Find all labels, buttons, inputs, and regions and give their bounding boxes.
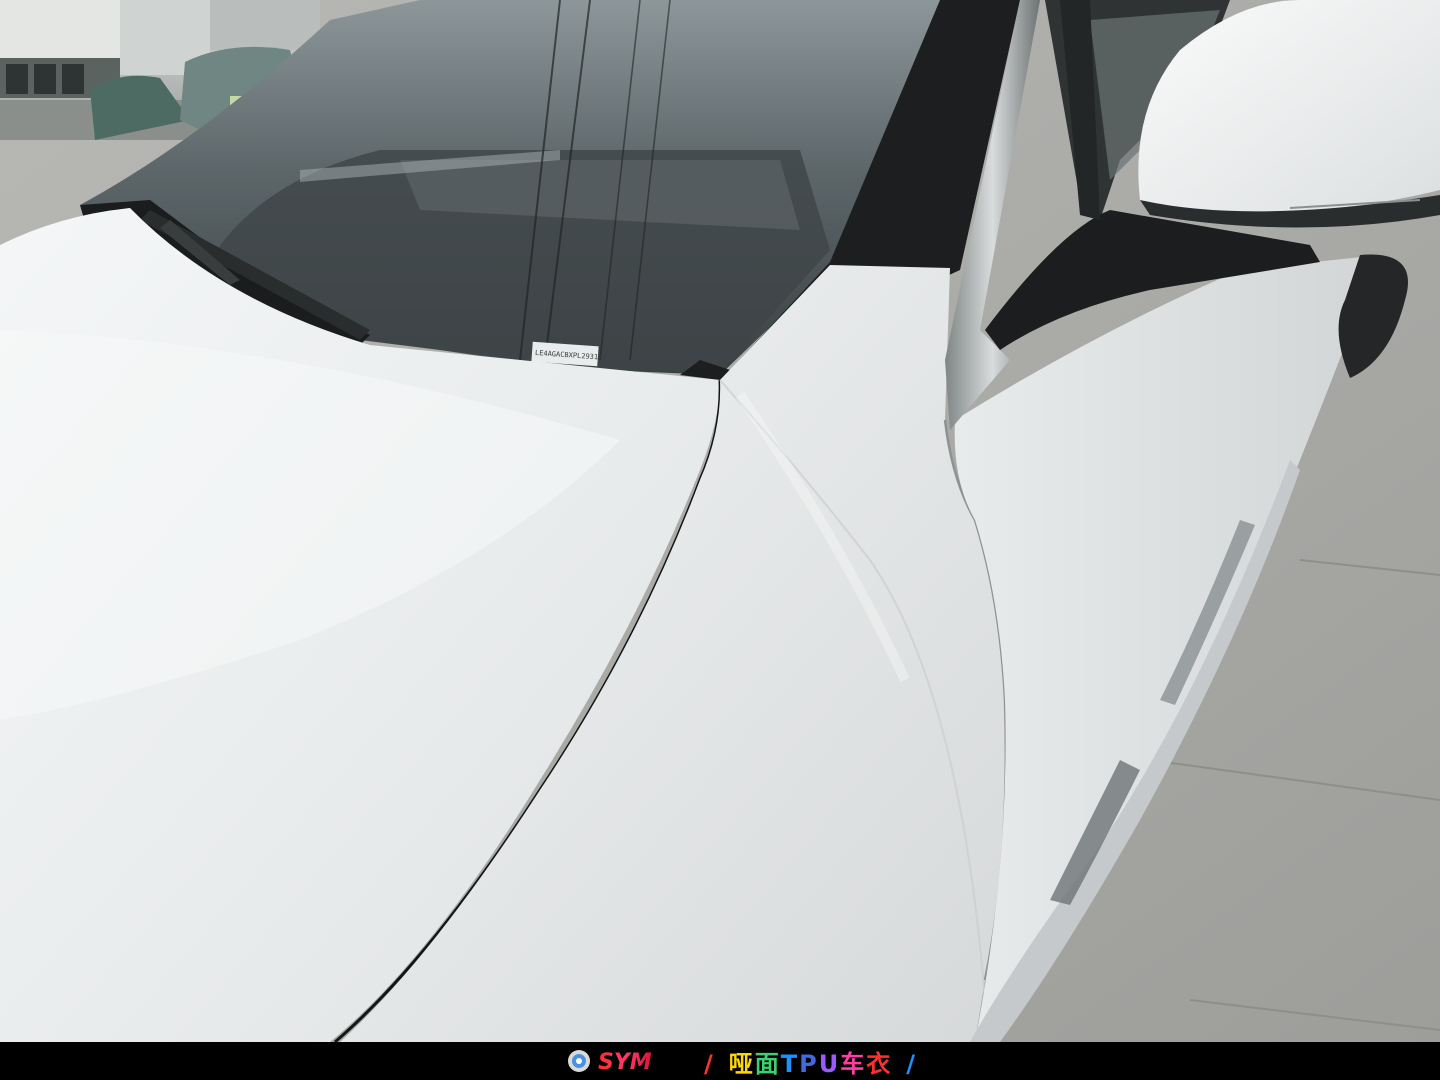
slogan-char: T [780, 1049, 800, 1078]
slogan-characters: / 哑面TPU车衣 / [704, 1044, 917, 1079]
svg-text:SYM: SYM [598, 1050, 652, 1074]
car-photo: LE4AGACBXPL293177 [0, 0, 1440, 1042]
slogan-char: 车 [840, 1049, 867, 1078]
slogan-text: / 哑面TPU车衣 / [704, 1044, 917, 1079]
slogan-char: 衣 [866, 1049, 893, 1078]
brand-logo: SYM [566, 1048, 678, 1075]
slogan-char: 哑 [728, 1049, 755, 1078]
slogan-char: P [799, 1049, 819, 1078]
slogan-char: U [818, 1049, 841, 1078]
slogan-char: / [704, 1049, 715, 1078]
watermark-bar: SYM / 哑面TPU车衣 / [0, 1042, 1440, 1080]
slogan-char: 面 [754, 1049, 781, 1078]
slogan-char: / [906, 1049, 917, 1078]
photo-frame: LE4AGACBXPL293177 SYM / 哑面TPU车衣 / [0, 0, 1440, 1080]
